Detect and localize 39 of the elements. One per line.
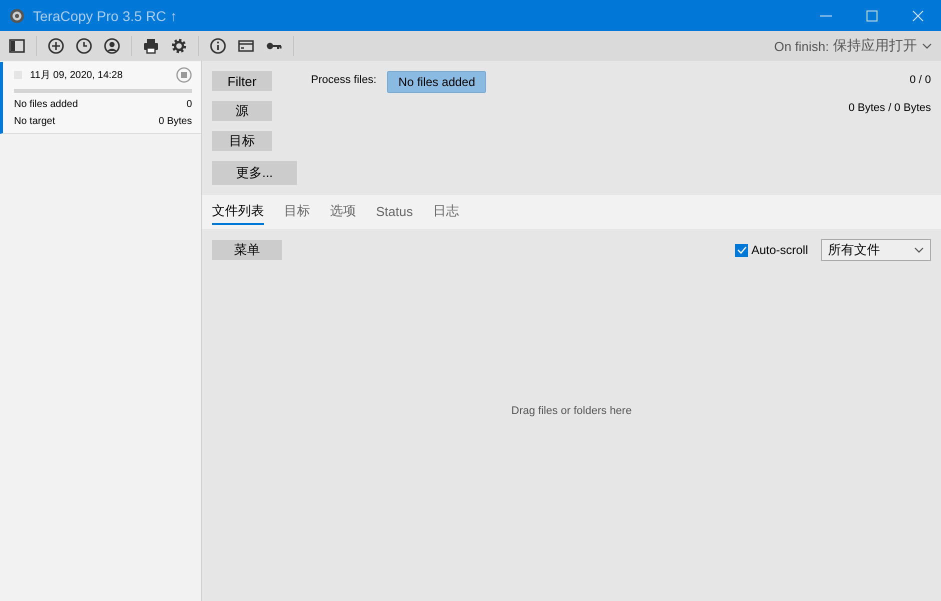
drop-hint: Drag files or folders here <box>511 405 632 417</box>
job-card[interactable]: 11月 09, 2020, 14:28 No files added 0 No target 0 Bytes <box>0 62 201 134</box>
process-files-badge[interactable]: No files added <box>387 71 486 93</box>
panel-button[interactable]: 更多... <box>212 161 297 185</box>
job-files-status: No files added <box>14 99 78 110</box>
maximize-icon[interactable] <box>864 8 880 24</box>
tab[interactable]: 日志 <box>432 201 459 225</box>
close-icon[interactable] <box>910 8 926 24</box>
on-finish-dropdown[interactable]: 保持应用打开 <box>833 37 917 55</box>
job-date: 11月 09, 2020, 14:28 <box>30 69 124 82</box>
panel-button[interactable]: 目标 <box>212 131 272 151</box>
info-icon[interactable] <box>209 37 227 55</box>
job-file-count: 0 <box>186 99 192 110</box>
settings-icon[interactable] <box>170 37 188 55</box>
on-finish-label: On finish: <box>774 38 829 54</box>
tab[interactable]: 目标 <box>284 201 310 225</box>
process-files-label: Process files: <box>311 74 376 86</box>
tab[interactable]: 文件列表 <box>212 201 264 225</box>
tab[interactable]: 选项 <box>330 201 356 225</box>
sidebar-toggle-icon[interactable] <box>8 37 26 55</box>
file-filter-dropdown[interactable]: 所有文件 <box>821 239 931 261</box>
panel-button[interactable]: 源 <box>212 101 272 121</box>
stop-icon[interactable] <box>176 67 192 83</box>
auto-scroll-label: Auto-scroll <box>751 243 808 257</box>
app-logo-icon <box>9 8 25 24</box>
clock-icon[interactable] <box>75 37 93 55</box>
job-size: 0 Bytes <box>158 116 192 127</box>
add-icon[interactable] <box>47 37 65 55</box>
auto-scroll-checkbox[interactable] <box>735 244 748 256</box>
file-count: 0 / 0 <box>910 74 931 86</box>
size-total: 0 Bytes / 0 Bytes <box>848 102 931 114</box>
window-title: TeraCopy Pro 3.5 RC <box>33 8 166 24</box>
printer-icon[interactable] <box>142 37 160 55</box>
chevron-down-icon <box>914 245 924 255</box>
tab[interactable]: Status <box>376 201 413 225</box>
job-target: No target <box>14 116 56 127</box>
user-icon[interactable] <box>103 37 121 55</box>
menu-button[interactable]: 菜单 <box>212 240 282 260</box>
panel-button[interactable]: Filter <box>212 71 272 91</box>
